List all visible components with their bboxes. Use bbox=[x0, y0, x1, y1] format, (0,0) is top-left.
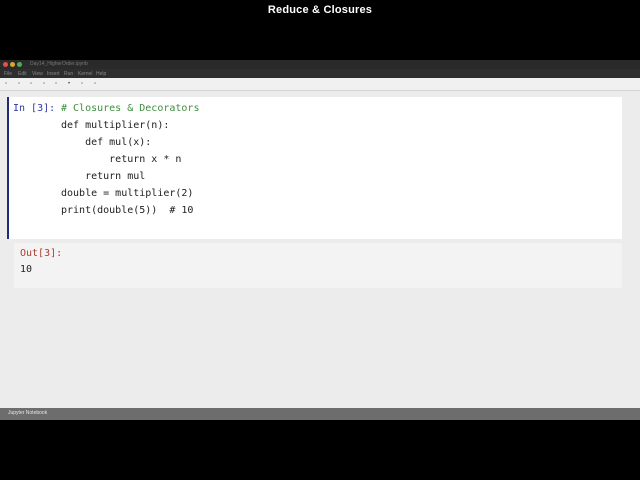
code-line-4[interactable]: return x * n bbox=[61, 154, 181, 165]
code-line-2[interactable]: def multiplier(n): bbox=[61, 120, 169, 131]
menu-help[interactable]: Help bbox=[96, 71, 106, 77]
run-icon[interactable]: • bbox=[68, 81, 70, 87]
minimize-window-icon[interactable] bbox=[10, 62, 15, 67]
menu-file[interactable]: File bbox=[4, 71, 12, 77]
output-area: Out[3]: 10 bbox=[14, 243, 622, 288]
stop-icon[interactable]: ▫ bbox=[81, 81, 83, 87]
menu-run[interactable]: Run bbox=[64, 71, 73, 77]
code-line-1[interactable]: # Closures & Decorators bbox=[61, 103, 199, 114]
menu-kernel[interactable]: Kernel bbox=[78, 71, 92, 77]
menu-edit[interactable]: Edit bbox=[18, 71, 27, 77]
status-bar: Jupyter Notebook bbox=[0, 408, 640, 420]
menu-view[interactable]: View bbox=[32, 71, 43, 77]
copy-icon[interactable]: ▫ bbox=[43, 81, 45, 87]
output-prompt: Out[3]: bbox=[20, 248, 63, 259]
code-line-3[interactable]: def mul(x): bbox=[61, 137, 151, 148]
window-title: Day14_HigherOrder.ipynb bbox=[30, 61, 88, 67]
toolbar: ▫ ▫ ▫ ▫ ▫ • ▫ ▫ bbox=[0, 78, 640, 91]
menu-bar: File Edit View Insert Run Kernel Help bbox=[0, 69, 640, 78]
window-titlebar: Day14_HigherOrder.ipynb bbox=[0, 60, 640, 69]
code-line-7[interactable]: print(double(5)) # 10 bbox=[61, 205, 193, 216]
output-value: 10 bbox=[20, 264, 33, 275]
status-label: Jupyter Notebook bbox=[8, 410, 48, 416]
add-cell-icon[interactable]: ▫ bbox=[18, 81, 20, 87]
code-line-5[interactable]: return mul bbox=[61, 171, 145, 182]
input-prompt: In [3]: bbox=[13, 103, 56, 114]
menu-insert[interactable]: Insert bbox=[47, 71, 60, 77]
screen: Day14_HigherOrder.ipynb File Edit View I… bbox=[0, 60, 640, 420]
save-icon[interactable]: ▫ bbox=[5, 81, 7, 87]
video-title: Reduce & Closures bbox=[267, 4, 373, 16]
paste-icon[interactable]: ▫ bbox=[55, 81, 57, 87]
cut-icon[interactable]: ▫ bbox=[30, 81, 32, 87]
code-cell[interactable]: In [3]: # Closures & Decorators def mult… bbox=[7, 97, 622, 239]
restart-icon[interactable]: ▫ bbox=[94, 81, 96, 87]
close-window-icon[interactable] bbox=[3, 62, 8, 67]
code-line-6[interactable]: double = multiplier(2) bbox=[61, 188, 193, 199]
maximize-window-icon[interactable] bbox=[17, 62, 22, 67]
